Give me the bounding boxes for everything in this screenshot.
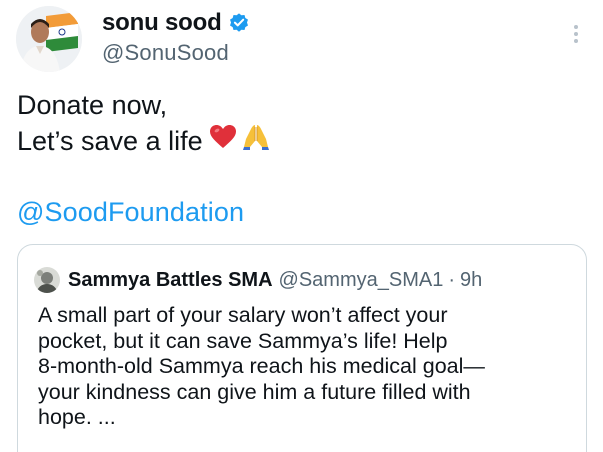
quote-text: A small part of your salary won’t affect… — [38, 303, 578, 431]
quote-text-line: your kindness can give him a future fill… — [38, 379, 471, 404]
verified-badge-icon — [228, 12, 250, 34]
tweet[interactable]: sonu sood @SonuSood Donate now, Let’s sa… — [0, 0, 603, 452]
quote-text-line: hope. ... — [38, 405, 116, 429]
more-vertical-icon[interactable] — [571, 22, 581, 46]
quote-display-name[interactable]: Sammya Battles SMA — [68, 269, 273, 292]
quote-timestamp[interactable]: 9h — [460, 269, 482, 292]
author-display-name[interactable]: sonu sood — [102, 9, 222, 37]
tweet-header: sonu sood @SonuSood — [16, 6, 250, 72]
tweet-line: Let’s save a life — [17, 126, 203, 156]
tweet-body: Donate now, Let’s save a life — [17, 88, 271, 160]
tweet-line: Donate now, — [17, 90, 168, 120]
quoted-tweet[interactable]: Sammya Battles SMA @Sammya_SMA1 · 9h A s… — [17, 244, 587, 452]
quote-handle[interactable]: @Sammya_SMA1 — [279, 269, 444, 292]
author-avatar[interactable] — [16, 6, 82, 72]
separator-dot: · — [448, 268, 455, 291]
tweet-line-with-emoji: Let’s save a life — [17, 123, 271, 160]
author-names: sonu sood @SonuSood — [102, 8, 250, 66]
quote-text-line: A small part of your salary won’t affect… — [38, 303, 448, 327]
quote-author-avatar[interactable] — [34, 267, 60, 293]
red-heart-icon — [209, 124, 237, 159]
mention-link[interactable]: @SoodFoundation — [17, 197, 244, 228]
quote-header: Sammya Battles SMA @Sammya_SMA1 · 9h — [34, 267, 482, 293]
quote-text-line: 8-month-old Sammya reach his medical goa… — [38, 354, 485, 378]
quote-text-line: pocket, but it can save Sammya’s life! H… — [38, 328, 448, 353]
display-name-row: sonu sood — [102, 8, 250, 38]
folded-hands-icon — [241, 123, 271, 160]
author-handle[interactable]: @SonuSood — [102, 40, 250, 66]
